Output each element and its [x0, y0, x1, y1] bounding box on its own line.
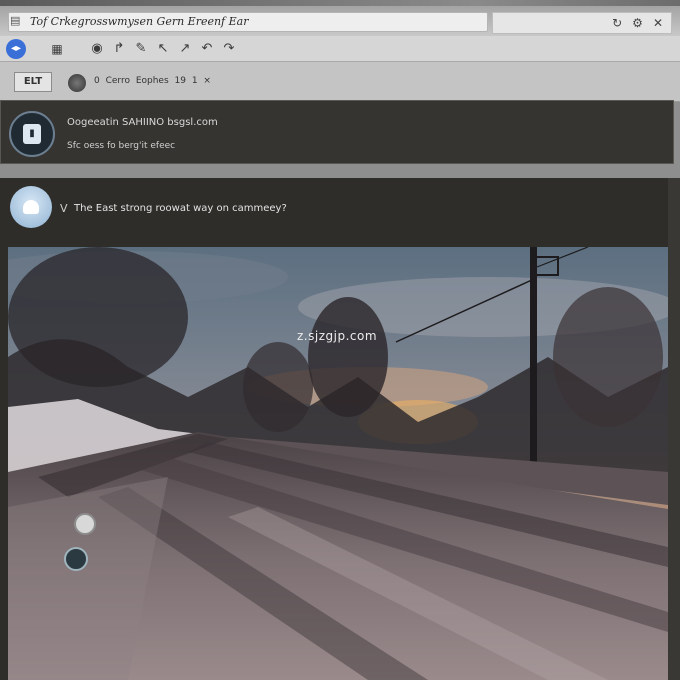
calendar-icon[interactable]: ▦ [46, 42, 68, 56]
notice-line-1: Oogeeatin SAHIINO bsgsl.com [67, 117, 218, 128]
window-top-strip [0, 0, 680, 6]
title-bar: ▤ Tof Crkegrosswmysen Gern Ereenf Ear ↻ … [0, 0, 680, 36]
snowy-road-image [8, 247, 668, 680]
edit-icon[interactable]: ✎ [130, 41, 152, 56]
notice-line-2: Sfc oess fo berg'it efeec [67, 141, 176, 151]
avatar[interactable] [10, 186, 52, 228]
post-photo[interactable]: z.sjzgjp.com [8, 247, 668, 680]
lock-icon: ▮ [9, 111, 55, 157]
sub-bar: ELT 0 Cerro Eophes 19 1 × [0, 62, 680, 102]
notice-panel: ▮ Oogeeatin SAHIINO bsgsl.com Sfc oess f… [0, 100, 674, 164]
post-question: The East strong roowat way on cammeey? [74, 203, 287, 214]
refresh-icon[interactable]: ↻ [612, 16, 622, 30]
meta-info: 0 Cerro Eophes 19 1 × [94, 76, 211, 86]
arrow-up-right-icon[interactable]: ↗ [174, 41, 196, 56]
undo-icon[interactable]: ↶ [196, 41, 218, 56]
settings-icon[interactable]: ⚙ [632, 16, 643, 30]
label-badge[interactable]: ELT [14, 72, 52, 92]
document-icon: ▤ [10, 14, 21, 27]
lock-glyph: ▮ [23, 124, 41, 144]
chevron-icon[interactable]: V [60, 202, 68, 215]
arrow-up-left-icon[interactable]: ↖ [152, 41, 174, 56]
window-title: Tof Crkegrosswmysen Gern Ereenf Ear [30, 15, 249, 28]
window-controls: ↻ ⚙ ✕ [492, 12, 672, 34]
scroll-rail[interactable] [668, 178, 680, 680]
user-icon [23, 200, 39, 214]
watermark-text: z.sjzgjp.com [297, 329, 378, 343]
record-icon[interactable]: ◉ [86, 41, 108, 56]
overlay-shield-icon[interactable] [64, 547, 88, 571]
toolbar: ◂▸ ▦ ◉ ↱ ✎ ↖ ↗ ↶ ↷ [0, 36, 680, 62]
overlay-badge-icon[interactable] [74, 513, 96, 535]
redo-icon[interactable]: ↷ [218, 41, 240, 56]
home-icon[interactable]: ◂▸ [6, 38, 26, 59]
disc-icon[interactable] [68, 74, 86, 92]
redirect-icon[interactable]: ↱ [108, 41, 130, 56]
close-icon[interactable]: ✕ [653, 16, 663, 30]
